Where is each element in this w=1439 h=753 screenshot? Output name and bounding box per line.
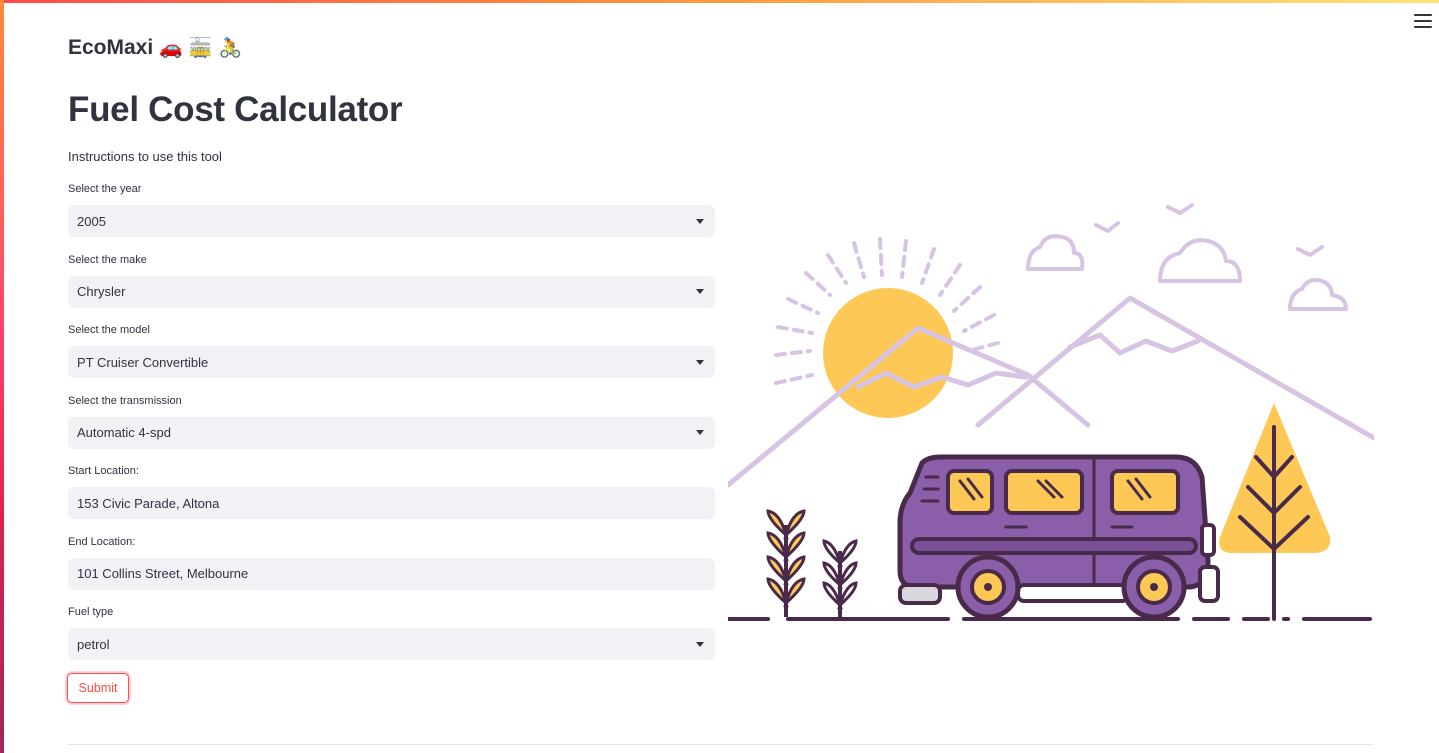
van-landscape-illustration [728, 203, 1374, 621]
left-decoration-bar [0, 0, 4, 753]
make-label: Select the make [68, 253, 147, 266]
hamburger-menu-icon[interactable] [1414, 14, 1432, 28]
chevron-down-icon [696, 289, 704, 294]
wheel-icon [1121, 554, 1187, 620]
start-location-group: Start Location: 153 Civic Parade, Altona [68, 463, 715, 534]
start-location-label: Start Location: [68, 465, 139, 477]
start-location-value: 153 Civic Parade, Altona [77, 495, 220, 511]
car-icon: 🚗 [159, 38, 183, 59]
model-value: PT Cruiser Convertible [77, 354, 209, 370]
footer-divider [68, 744, 1374, 745]
end-location-input[interactable]: 101 Collins Street, Melbourne [68, 557, 715, 590]
end-location-group: End Location: 101 Collins Street, Melbou… [68, 534, 715, 605]
chevron-down-icon [696, 218, 704, 224]
sun-icon [774, 237, 1000, 418]
tree-icon [1219, 403, 1331, 621]
instructions-text: Instructions to use this tool [68, 149, 222, 164]
end-location-label: End Location: [68, 535, 136, 548]
year-value: 2005 [77, 213, 106, 229]
chevron-down-icon [696, 359, 704, 365]
plants-icon [766, 509, 858, 617]
year-select[interactable]: 2005 [68, 205, 715, 237]
transmission-select[interactable]: Automatic 4-spd [68, 416, 715, 449]
wheel-icon [955, 554, 1021, 620]
tram-icon: 🚋 [188, 38, 213, 59]
brand-header: EcoMaxi 🚗 🚋 🚴 [68, 36, 242, 60]
model-group: Select the model PT Cruiser Convertible [68, 322, 715, 393]
end-location-value: 101 Collins Street, Melbourne [77, 566, 249, 581]
fuel-type-label: Fuel type [68, 606, 114, 618]
fuel-type-value: petrol [77, 636, 110, 652]
clouds-icon [1026, 203, 1348, 311]
transmission-label: Select the transmission [68, 394, 182, 407]
cyclist-icon: 🚴 [218, 38, 243, 59]
chevron-down-icon [696, 430, 704, 435]
start-location-input[interactable]: 153 Civic Parade, Altona [68, 487, 715, 519]
submit-button[interactable]: Submit [67, 673, 129, 703]
make-value: Chrysler [77, 284, 126, 299]
fuel-form: Select the year 2005 Select the make Chr… [68, 181, 715, 675]
chevron-down-icon [696, 641, 704, 647]
top-decoration-bar [0, 0, 1439, 3]
year-label: Select the year [68, 183, 142, 195]
brand-name: EcoMaxi [68, 36, 154, 59]
page-title: Fuel Cost Calculator [68, 90, 403, 129]
fuel-type-group: Fuel type petrol [68, 604, 715, 675]
model-label: Select the model [68, 324, 150, 336]
make-select[interactable]: Chrysler [68, 275, 715, 308]
transmission-value: Automatic 4-spd [77, 425, 171, 440]
transmission-group: Select the transmission Automatic 4-spd [68, 393, 715, 464]
model-select[interactable]: PT Cruiser Convertible [68, 346, 715, 378]
van-icon [897, 454, 1220, 620]
fuel-type-select[interactable]: petrol [68, 628, 715, 660]
make-group: Select the make Chrysler [68, 252, 715, 323]
year-group: Select the year 2005 [68, 181, 715, 252]
